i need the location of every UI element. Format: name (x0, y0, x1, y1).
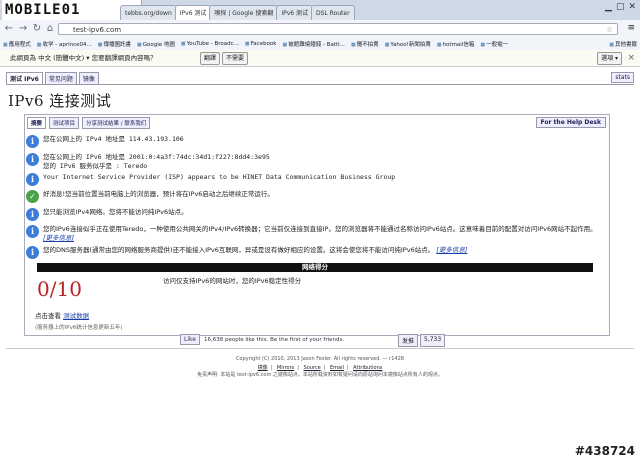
close-window-icon[interactable]: ✕ (628, 2, 636, 12)
bookmark-item[interactable]: hotmail信箱 (434, 40, 478, 48)
forward-icon[interactable]: → (17, 23, 29, 34)
bookmark-item[interactable]: 傳播圖託書 (95, 40, 134, 48)
other-bookmarks[interactable]: 其他書籤 (606, 40, 640, 48)
browser-toolbar: ← → ↻ ⌂ test-ipv6.com ☆ ≡ (0, 20, 640, 39)
result-row: i 您的IPv6连接似乎正在使用Teredo，一种使用公共网关的IPv4/IPv… (26, 225, 603, 242)
reload-icon[interactable]: ↻ (31, 23, 43, 34)
browser-tab[interactable]: DSL Router (311, 5, 355, 20)
info-icon: i (26, 246, 39, 259)
info-icon: i (26, 225, 39, 238)
panel-tabs: 摘要 测试项目 分享测试结果 / 联系我们 (27, 117, 151, 129)
bookmark-item[interactable]: 應用程式 (0, 40, 34, 48)
test-data-link[interactable]: 测试数据 (63, 312, 89, 320)
wrench-menu-icon[interactable]: ≡ (627, 23, 635, 33)
result-row: ✓ 好消息!您当前位置当前电脑上的浏览器，预计将在IPv6启动之后继续正常运行。 (26, 190, 603, 203)
bookmark-item[interactable]: YouTube - Broadc... (178, 41, 242, 47)
translate-prompt: 此網頁為 中文 (簡體中文) ▾ 您要翻譯網頁內容嗎？ (10, 54, 157, 62)
divider (6, 84, 634, 85)
address-text: test-ipv6.com (73, 26, 122, 34)
facebook-like-widget: Like 16,638 people like this. Be the fir… (180, 334, 344, 345)
bookmark-item[interactable]: 收学 - aprince04... (34, 40, 95, 48)
result-row: i 您在公网上的 IPv6 地址是 2001:0:4a3f:74dc:34d1:… (26, 153, 603, 170)
result-row: i 您的DNS服务器(通常由您的网络服务商提供)还不能接入IPv6互联网，异或是… (26, 246, 603, 259)
score-header: 网络得分 (37, 263, 593, 272)
title-bar: MOBILE01 tebbs.org/down IPv6 测试 嗅探 | Goo… (0, 0, 640, 20)
copyright: Copyright (C) 2010, 2013 Jason Fesler. A… (236, 356, 404, 362)
more-info-link[interactable]: [更多信息] (43, 234, 74, 242)
info-icon: i (26, 135, 39, 148)
window-controls: ▁ ▢ ✕ (605, 2, 636, 12)
checkmark-icon: ✓ (26, 190, 39, 203)
result-row: i 您只能浏览IPv4网络。您将不能访问纯IPv6站点。 (26, 208, 603, 221)
bookmark-item[interactable]: Facebook (242, 41, 280, 47)
facebook-like-text: 16,638 people like this. Be the first of… (203, 336, 345, 343)
result-text: 您在公网上的 IPv4 地址是 114.43.193.106 (43, 135, 184, 143)
info-icon: i (26, 208, 39, 221)
translate-bar: 此網頁為 中文 (簡體中文) ▾ 您要翻譯網頁內容嗎？ 翻譯 不需要 選項 ▾ … (0, 50, 640, 67)
browser-tab[interactable]: IPv6 测试 (276, 5, 313, 20)
more-info-link[interactable]: [更多信息] (436, 246, 467, 254)
tweet-count: 5,733 (420, 334, 446, 347)
result-text: 您的DNS服务器(通常由您的网络服务商提供)还不能接入IPv6互联网，异或是设有… (43, 246, 435, 254)
home-icon[interactable]: ⌂ (44, 23, 56, 34)
disclaimer: 免责声明: 本站是 test-ipv6.com 之镜像站点。本站所载资料如有疑问… (197, 372, 443, 378)
result-text: 您的IPv6连接似乎正在使用Teredo，一种使用公共网关的IPv4/IPv6转… (43, 225, 597, 233)
close-translate-icon[interactable]: × (627, 50, 635, 66)
address-bar[interactable]: test-ipv6.com ☆ (58, 23, 618, 35)
back-icon[interactable]: ← (3, 23, 15, 34)
score-description: 访问仅支持IPv6的网站时，您的IPv6稳定性得分 (163, 277, 302, 285)
browser-tab[interactable]: tebbs.org/down (120, 5, 177, 20)
bookmark-item[interactable]: 被館難燒鐘錢 - Battl... (279, 40, 347, 48)
tweet-widget: 发推 5,733 (398, 334, 446, 347)
bookmark-star-icon[interactable]: ☆ (606, 24, 613, 36)
result-text: 您的 IPv6 服务似乎是 : Teredo (43, 161, 148, 170)
result-text: 好消息!您当前位置当前电脑上的浏览器，预计将在IPv6启动之后继续正常运行。 (43, 190, 274, 198)
click-prefix: 点击查看 (35, 312, 61, 320)
facebook-like-button[interactable]: Like (180, 334, 200, 345)
tab-stats[interactable]: stats (611, 72, 634, 83)
score-value: 0/10 (37, 277, 82, 301)
no-translate-button[interactable]: 不需要 (222, 52, 249, 65)
result-text: Your Internet Service Provider (ISP) app… (43, 173, 396, 181)
divider (6, 348, 634, 349)
maximize-icon[interactable]: ▢ (616, 2, 625, 12)
browser-tab-active[interactable]: IPv6 测试 (174, 5, 212, 20)
bookmark-item[interactable]: 攤不拍賣 (348, 40, 382, 48)
results-panel: 摘要 测试项目 分享测试结果 / 联系我们 For the Help Desk … (24, 114, 610, 336)
translate-button[interactable]: 翻譯 (200, 52, 221, 65)
browser-tabs: tebbs.org/down IPv6 测试 嗅探 | Google 搜索翻 I… (120, 5, 580, 20)
stats-note: (服务器上的IPv6统计信息更新五年) (35, 325, 123, 331)
footer-links: 镜像 | Mirrors | Source | Email | Attributions (257, 365, 383, 371)
tab-tests[interactable]: 测试项目 (49, 117, 80, 129)
info-icon: i (26, 173, 39, 186)
translate-options-button[interactable]: 選項 ▾ (597, 52, 622, 65)
tab-share[interactable]: 分享测试结果 / 联系我们 (82, 117, 151, 129)
result-row: i 您在公网上的 IPv4 地址是 114.43.193.106 (26, 135, 603, 148)
help-desk-link[interactable]: For the Help Desk (535, 117, 606, 128)
bookmark-item[interactable]: Google 地圖 (134, 40, 178, 48)
result-text: 您只能浏览IPv4网络。您将不能访问纯IPv6站点。 (43, 208, 188, 216)
result-row: i Your Internet Service Provider (ISP) a… (26, 173, 603, 186)
info-icon: i (26, 153, 39, 166)
tab-summary[interactable]: 摘要 (27, 117, 47, 129)
minimize-icon[interactable]: ▁ (605, 2, 612, 12)
watermark: #438724 (574, 444, 635, 458)
bookmark-item[interactable]: 一般電一 (477, 40, 511, 48)
bookmark-item[interactable]: Yahoo!新聞拍賣 (382, 40, 434, 48)
browser-tab[interactable]: 嗅探 | Google 搜索翻 (209, 5, 279, 20)
page-title: IPv6 连接测试 (8, 92, 112, 110)
test-data-line: 点击查看 测试数据 (35, 310, 89, 320)
result-text: 您在公网上的 IPv6 地址是 2001:0:4a3f:74dc:34d1:f2… (43, 153, 270, 161)
tweet-button[interactable]: 发推 (398, 334, 419, 347)
